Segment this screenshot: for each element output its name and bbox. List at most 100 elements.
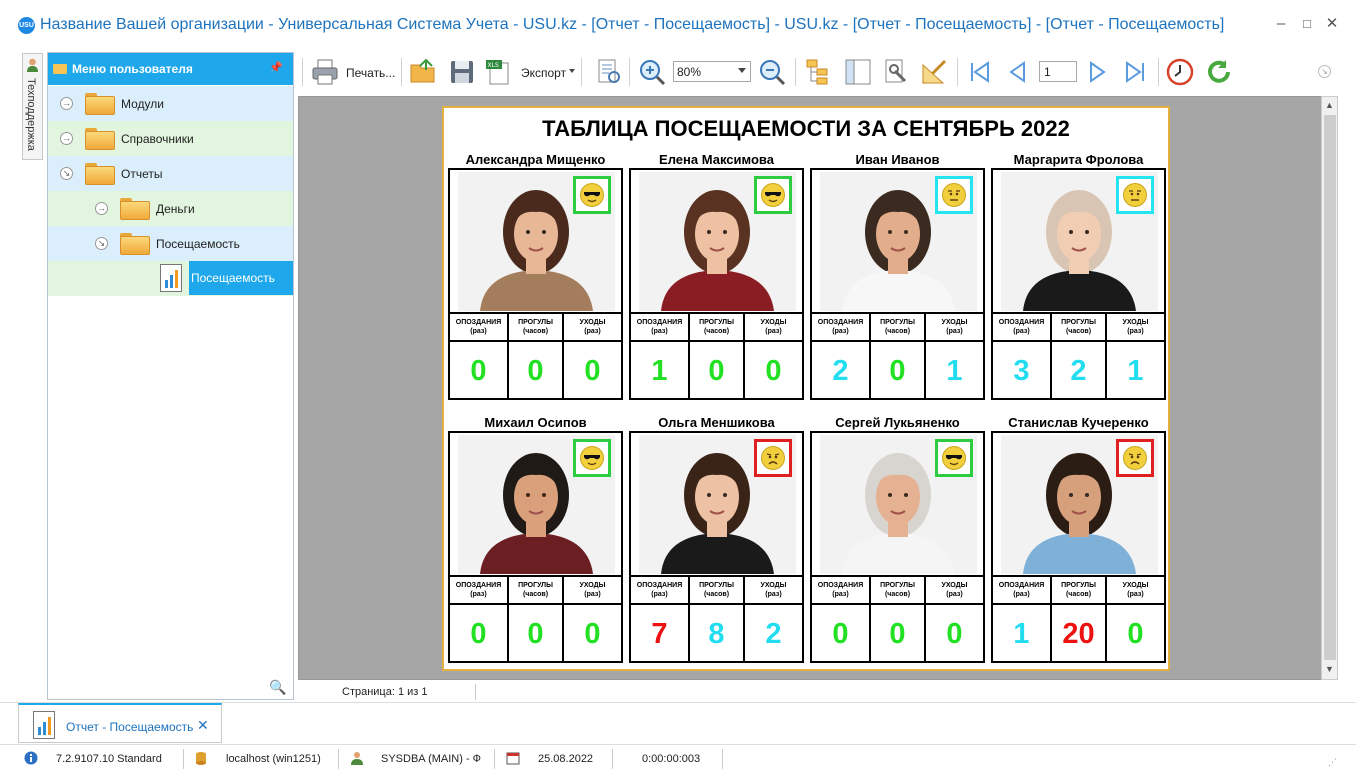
next-page-icon[interactable] <box>1082 57 1112 87</box>
scroll-down-icon[interactable]: ▼ <box>1325 664 1334 674</box>
tree-item-directories[interactable]: → Справочники <box>48 121 293 156</box>
absences-value: 20 <box>1050 605 1107 661</box>
viewer-status: Страница: 1 из 1 <box>298 682 1338 702</box>
chevron-down-icon <box>738 68 746 73</box>
support-side-tab[interactable]: Техподдержка <box>22 53 43 160</box>
neutral-face-icon <box>942 183 966 207</box>
zoom-in-icon[interactable] <box>637 57 667 87</box>
export-button[interactable]: Экспорт <box>521 66 566 80</box>
save-icon[interactable] <box>447 57 477 87</box>
tree-item-attendance-folder[interactable]: ↘ Посещаемость <box>48 226 293 261</box>
lates-value: 2 <box>832 355 849 387</box>
column-header-lates: ОПОЗДАНИЯ (раз) <box>998 319 1045 335</box>
menu-header: Меню пользователя 📌 <box>48 53 293 85</box>
column-header-leaves: УХОДЫ (раз) <box>760 319 787 335</box>
value-row: 782 <box>631 605 802 661</box>
absences-value: 0 <box>507 605 564 661</box>
mood-indicator <box>935 439 973 477</box>
toolbar-separator <box>581 58 582 86</box>
tree-item-label: Модули <box>121 97 164 111</box>
close-button[interactable]: ✕ <box>1322 14 1342 34</box>
print-button[interactable]: Печать... <box>346 66 395 80</box>
previous-page-icon[interactable] <box>1003 57 1033 87</box>
column-headers: ОПОЗДАНИЯ (раз) ПРОГУЛЫ (часов) УХОДЫ (раз) <box>993 575 1164 605</box>
printer-icon[interactable] <box>310 57 340 87</box>
page-number-input[interactable]: 1 <box>1039 61 1077 82</box>
title-bar: USU Название Вашей организации - Универс… <box>0 0 1356 52</box>
zoom-out-icon[interactable] <box>757 57 787 87</box>
scroll-up-icon[interactable]: ▲ <box>1325 100 1334 110</box>
search-icon[interactable]: 🔍 <box>269 679 286 696</box>
version-text: 7.2.9107.10 Standard <box>56 753 162 765</box>
employee-name: Александра Мищенко <box>465 152 606 167</box>
tab-attendance-report[interactable]: Отчет - Посещаемость ✕ <box>18 703 222 743</box>
employee-name: Михаил Осипов <box>484 415 587 430</box>
frown-face-icon <box>761 446 785 470</box>
tree-item-reports[interactable]: ↘ Отчеты <box>48 156 293 191</box>
tree-item-label: Посещаемость <box>191 271 275 285</box>
collapse-icon[interactable]: ↘ <box>60 167 73 180</box>
expand-icon[interactable]: → <box>60 97 73 110</box>
open-folder-icon[interactable] <box>408 57 438 87</box>
document-map-icon[interactable] <box>804 57 834 87</box>
absences-value: 8 <box>688 605 745 661</box>
employee-photo <box>639 172 796 311</box>
report-icon <box>160 264 182 292</box>
close-icon[interactable]: ✕ <box>197 717 209 734</box>
settings-icon[interactable] <box>881 57 911 87</box>
minimize-button[interactable]: – <box>1271 14 1291 34</box>
absences-value: 0 <box>869 342 926 398</box>
column-header-absences: ПРОГУЛЫ (часов) <box>1050 314 1107 342</box>
scrollbar-thumb[interactable] <box>1324 115 1336 660</box>
maximize-button[interactable]: □ <box>1297 14 1317 34</box>
first-page-icon[interactable] <box>965 57 995 87</box>
sidebar-panel-icon[interactable] <box>843 57 873 87</box>
column-header-absences: ПРОГУЛЫ (часов) <box>507 314 564 342</box>
vertical-scrollbar[interactable]: ▲ ▼ <box>1321 96 1338 680</box>
clock-icon[interactable] <box>1165 57 1195 87</box>
database-icon <box>196 752 206 765</box>
leaves-value: 0 <box>946 618 963 650</box>
refresh-icon[interactable] <box>1204 57 1234 87</box>
value-row: 100 <box>631 342 802 398</box>
resize-grip-icon[interactable]: ⋰ <box>1328 757 1337 768</box>
timer-text: 0:00:00:003 <box>642 753 701 765</box>
export-xls-icon[interactable]: XLS <box>484 57 514 87</box>
zoom-select[interactable]: 80% <box>673 61 751 82</box>
lates-value: 1 <box>1013 618 1030 650</box>
tree-item-attendance-report[interactable]: Посещаемость <box>48 261 293 296</box>
leaves-value: 1 <box>1127 355 1144 387</box>
leaves-value: 0 <box>1127 618 1144 650</box>
sunglasses-smiley-icon <box>580 446 604 470</box>
tree-item-modules[interactable]: → Модули <box>48 86 293 121</box>
export-dropdown-icon[interactable] <box>569 69 575 73</box>
absences-value: 2 <box>1050 342 1107 398</box>
column-headers: ОПОЗДАНИЯ (раз) ПРОГУЛЫ (часов) УХОДЫ (раз) <box>631 575 802 605</box>
leaves-value: 0 <box>584 618 601 650</box>
value-row: 000 <box>812 605 983 661</box>
edit-design-icon[interactable] <box>919 57 949 87</box>
pin-icon[interactable]: 📌 <box>269 61 283 74</box>
column-header-lates: ОПОЗДАНИЯ (раз) <box>455 319 502 335</box>
mood-indicator <box>1116 176 1154 214</box>
status-bar: 7.2.9107.10 Standard localhost (win1251)… <box>0 744 1356 772</box>
status-divider <box>494 749 495 769</box>
expand-icon[interactable]: → <box>60 132 73 145</box>
tree-item-money[interactable]: → Деньги <box>48 191 293 226</box>
column-header-absences: ПРОГУЛЫ (часов) <box>869 577 926 605</box>
collapse-toolbar-icon[interactable]: ↘ <box>1318 65 1331 78</box>
column-header-lates: ОПОЗДАНИЯ (раз) <box>636 319 683 335</box>
tree-selection[interactable]: Посещаемость <box>189 261 293 295</box>
last-page-icon[interactable] <box>1120 57 1150 87</box>
column-headers: ОПОЗДАНИЯ (раз) ПРОГУЛЫ (часов) УХОДЫ (раз) <box>993 312 1164 342</box>
expand-icon[interactable]: → <box>95 202 108 215</box>
report-icon <box>33 711 55 739</box>
mood-indicator <box>573 176 611 214</box>
toolbar-separator <box>401 58 402 86</box>
employee-photo <box>458 435 615 574</box>
column-header-leaves: УХОДЫ (раз) <box>941 319 968 335</box>
page-number-value: 1 <box>1044 65 1051 79</box>
employee-table: ОПОЗДАНИЯ (раз) ПРОГУЛЫ (часов) УХОДЫ (раз) 3 2… <box>991 168 1166 400</box>
page-setup-icon[interactable] <box>594 57 624 87</box>
collapse-icon[interactable]: ↘ <box>95 237 108 250</box>
